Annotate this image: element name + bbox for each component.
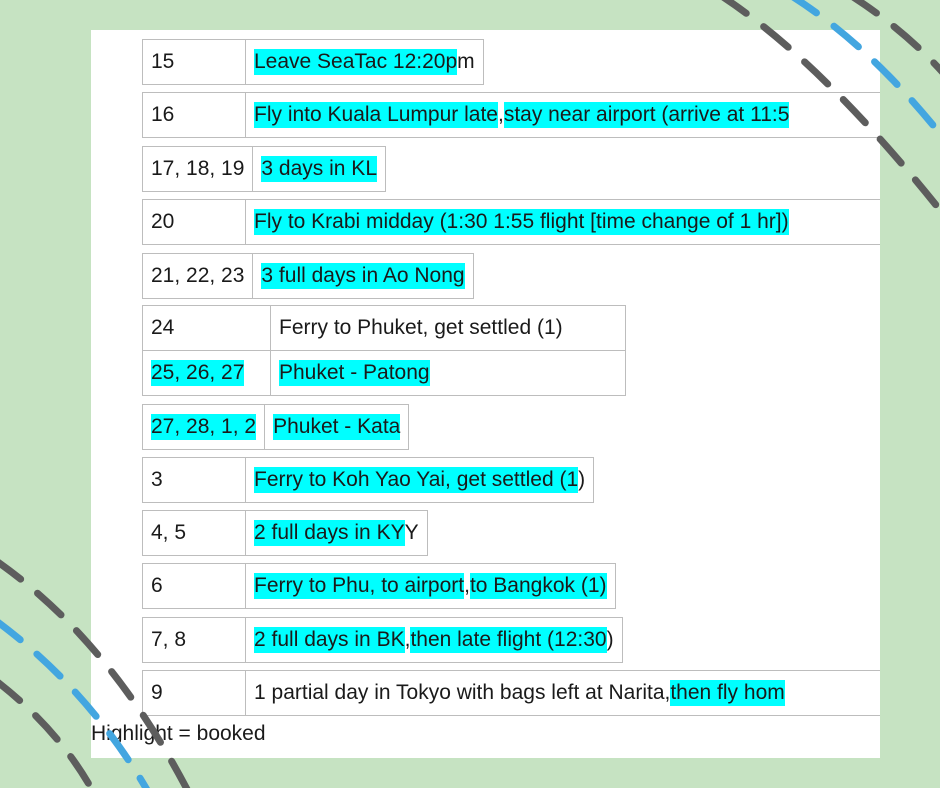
dashed-line-gray [0,679,96,788]
date-text: 9 [151,681,163,704]
date-cell: 20 [143,200,246,244]
date-text: 24 [151,316,175,339]
plan-cell: 1 partial day in Tokyo with bags left at… [246,671,793,715]
plan-text-highlighted: 3 days in KL [261,156,377,182]
itinerary-row: 25, 26, 27 Phuket - Patong [142,350,626,396]
itinerary-row: 16 Fly into Kuala Lumpur late, stay near… [142,92,880,138]
plan-text-highlighted: 3 full days in Ao Nong [261,263,465,289]
plan-text-highlighted: to Bangkok (1) [469,573,607,599]
date-cell: 15 [143,40,246,84]
date-cell: 4, 5 [143,511,246,555]
plan-cell: Phuket - Kata [265,405,408,449]
itinerary-row: 21, 22, 23 3 full days in Ao Nong [142,253,474,299]
plan-cell: Fly to Krabi midday (1:30 1:55 flight [t… [246,200,797,244]
plan-text: Ferry to Phuket, get settled (1) [279,316,563,339]
plan-cell: Ferry to Koh Yao Yai, get settled (1) [246,458,593,502]
plan-text-highlighted: Ferry to Koh Yao Yai, get settled (1 [254,467,579,493]
date-text: 21, 22, 23 [151,264,245,287]
date-text: 16 [151,103,175,126]
date-cell: 27, 28, 1, 2 [143,405,266,449]
plan-cell: Leave SeaTac 12:20p m [246,40,483,84]
itinerary-row: 4, 5 2 full days in KY Y [142,510,428,556]
plan-text: m [457,50,475,73]
date-cell: 7, 8 [143,618,246,662]
itinerary-row: 27, 28, 1, 2 Phuket - Kata [142,404,410,450]
date-cell: 24 [143,306,271,350]
date-cell: 16 [143,93,246,137]
itinerary-row: 24 Ferry to Phuket, get settled (1) [142,305,626,350]
itinerary-row: 15 Leave SeaTac 12:20p m [142,39,484,85]
itinerary-row: 20 Fly to Krabi midday (1:30 1:55 flight… [142,199,880,245]
plan-text: ) [578,468,586,491]
date-text: 7, 8 [151,628,187,651]
date-text: 15 [151,50,175,73]
date-text-highlighted: 25, 26, 27 [151,360,245,386]
date-cell: 3 [143,458,246,502]
itinerary-row: 9 1 partial day in Tokyo with bags left … [142,670,880,716]
plan-text-highlighted: Phuket - Patong [279,360,430,386]
date-cell: 21, 22, 23 [143,254,254,298]
date-cell: 25, 26, 27 [143,351,271,395]
date-text: 17, 18, 19 [151,157,245,180]
date-text: 4, 5 [151,521,187,544]
plan-text-highlighted: Leave SeaTac 12:20p [254,49,458,75]
plan-text-highlighted: Phuket - Kata [273,414,401,440]
itinerary-row: 6 Ferry to Phu, to airport, to Bangkok (… [142,563,616,609]
plan-cell: Ferry to Phuket, get settled (1) [271,306,571,350]
itinerary-row: 17, 18, 19 3 days in KL [142,146,386,192]
plan-cell: 2 full days in BK, then late flight (12:… [246,618,622,662]
plan-text: 1 partial day in Tokyo with bags left at… [254,681,671,704]
date-cell: 9 [143,671,246,715]
plan-text: ) [606,628,614,651]
date-text: 20 [151,210,175,233]
plan-text-highlighted: Fly into Kuala Lumpur late [254,102,498,128]
date-text: 3 [151,468,163,491]
plan-text-highlighted: 2 full days in BK [254,627,405,653]
plan-cell: Ferry to Phu, to airport, to Bangkok (1) [246,564,615,608]
plan-text-highlighted: Fly to Krabi midday (1:30 1:55 flight [t… [254,209,789,235]
date-cell: 6 [143,564,246,608]
plan-text-highlighted: 2 full days in KY [254,520,405,546]
itinerary-row: 3 Ferry to Koh Yao Yai, get settled (1) [142,457,595,503]
plan-text-highlighted: then late flight (12:30 [410,627,607,653]
plan-cell: 3 days in KL [253,147,385,191]
document-page: 15 Leave SeaTac 12:20p m 16 Fly into Kual… [91,30,880,758]
plan-cell: 3 full days in Ao Nong [253,254,472,298]
plan-text-highlighted: stay near airport (arrive at 11:5 [503,102,790,128]
plan-cell: 2 full days in KY Y [246,511,427,555]
plan-text: Y [404,521,419,544]
date-cell: 17, 18, 19 [143,147,254,191]
date-text-highlighted: 27, 28, 1, 2 [151,414,257,440]
date-text: 6 [151,574,163,597]
plan-text-highlighted: then fly hom [670,680,785,706]
itinerary-row: 7, 8 2 full days in BK, then late flight… [142,617,623,663]
legend-text: Highlight = booked [91,722,266,745]
plan-cell: Fly into Kuala Lumpur late, stay near ai… [246,93,797,137]
plan-cell: Phuket - Patong [271,351,438,395]
plan-text-highlighted: Ferry to Phu, to airport [254,573,465,599]
